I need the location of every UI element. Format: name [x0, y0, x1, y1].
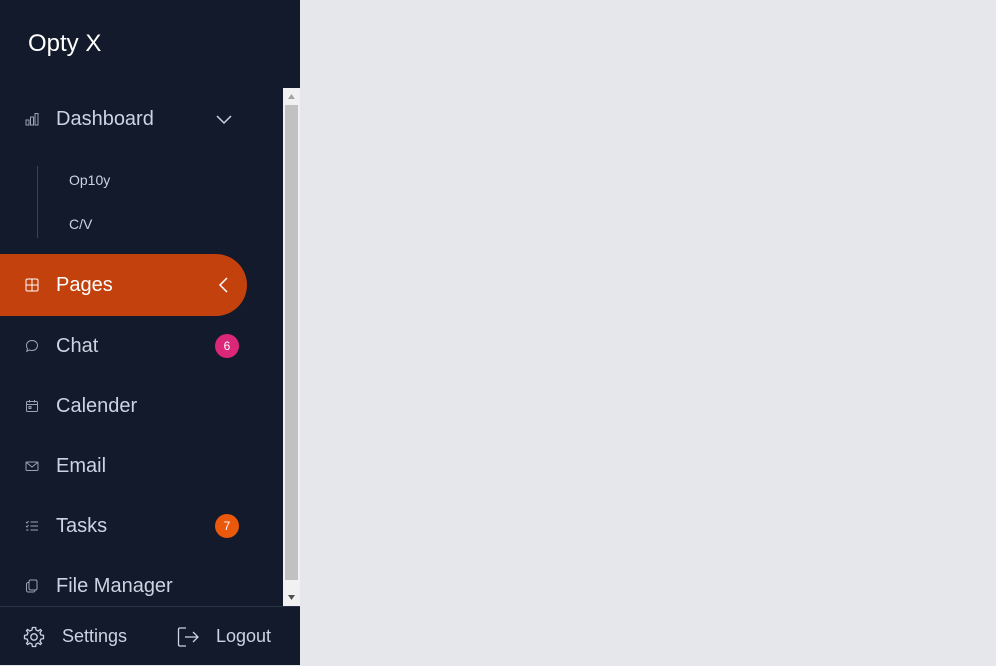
- logout-icon: [177, 626, 199, 647]
- calendar-icon: [24, 398, 40, 414]
- logout-button[interactable]: Logout: [176, 607, 271, 666]
- layout-icon: [24, 277, 40, 293]
- main-content-area: [300, 0, 996, 665]
- chevron-down-icon[interactable]: [214, 109, 234, 129]
- settings-button[interactable]: Settings: [22, 607, 127, 666]
- sidebar-item-tasks[interactable]: Tasks 7: [0, 495, 247, 557]
- sidebar-nav: Dashboard Op10y C/V Pages Chat 6 Calende…: [0, 88, 283, 606]
- settings-label: Settings: [62, 626, 128, 646]
- scroll-up-arrow-icon[interactable]: [283, 88, 300, 105]
- bar-chart-icon: [24, 111, 40, 127]
- sidebar-item-chat[interactable]: Chat 6: [0, 315, 247, 377]
- sidebar-item-label: Tasks: [56, 514, 108, 537]
- chat-count-badge: 6: [215, 334, 239, 358]
- sidebar-item-label: File Manager: [56, 574, 173, 597]
- sidebar-footer: Settings Logout: [0, 606, 300, 665]
- logout-label: Logout: [216, 626, 272, 646]
- dashboard-submenu: Op10y C/V: [37, 166, 237, 238]
- sidebar-item-label: Email: [56, 454, 107, 477]
- tasks-count-badge: 7: [215, 514, 239, 538]
- brand-title: Opty X: [28, 30, 102, 57]
- gear-icon: [23, 626, 45, 647]
- submenu-item-cv[interactable]: C/V: [69, 216, 92, 232]
- chat-bubble-icon: [24, 338, 40, 354]
- sidebar-item-label: Pages: [56, 273, 113, 296]
- sidebar-item-dashboard[interactable]: Dashboard: [0, 88, 247, 150]
- scrollbar-thumb[interactable]: [285, 105, 298, 580]
- chevron-left-icon[interactable]: [214, 275, 234, 295]
- sidebar-item-pages[interactable]: Pages: [0, 254, 247, 316]
- submenu-item-op10y[interactable]: Op10y: [69, 172, 110, 188]
- sidebar-item-calender[interactable]: Calender: [0, 375, 247, 437]
- sidebar-item-email[interactable]: Email: [0, 435, 247, 497]
- sidebar: Opty X Dashboard Op10y C/V Pages Chat 6 …: [0, 0, 300, 665]
- file-copy-icon: [24, 578, 40, 594]
- sidebar-item-file-manager[interactable]: File Manager: [0, 555, 247, 606]
- sidebar-item-label: Dashboard: [56, 107, 154, 130]
- sidebar-scrollbar[interactable]: [283, 88, 300, 606]
- scroll-down-arrow-icon[interactable]: [283, 589, 300, 606]
- sidebar-item-label: Calender: [56, 394, 138, 417]
- mail-icon: [24, 458, 40, 474]
- sidebar-item-label: Chat: [56, 334, 99, 357]
- checklist-icon: [24, 518, 40, 534]
